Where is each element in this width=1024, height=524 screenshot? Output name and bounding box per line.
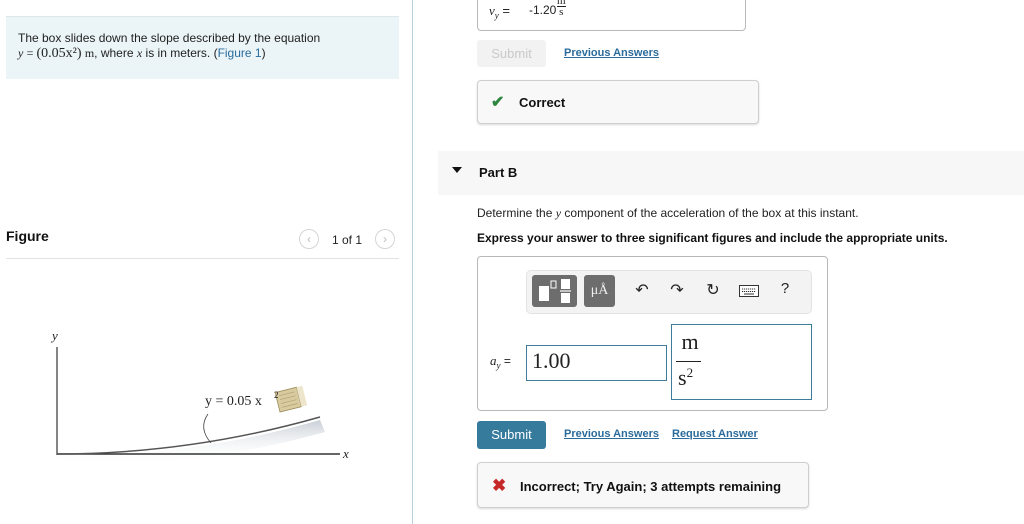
templates-icon: [539, 279, 571, 303]
problem-statement: The box slides down the slope described …: [6, 16, 399, 79]
question-variable: y: [555, 206, 562, 220]
part-a-submit-button[interactable]: Submit: [477, 40, 546, 67]
unit-exponent: 2: [686, 365, 694, 380]
units-button[interactable]: μÅ: [584, 275, 615, 307]
reset-icon[interactable]: ↻: [703, 280, 723, 300]
part-a-unit: m s: [557, 0, 566, 18]
feedback-text: Correct: [519, 95, 566, 110]
equation-unit: m: [84, 46, 95, 60]
chevron-left-icon: ‹: [307, 232, 311, 246]
keyboard-icon[interactable]: [739, 284, 759, 302]
curve-label-leader: [203, 413, 212, 444]
close-paren: ): [261, 46, 266, 60]
figure-pager-text: 1 of 1: [332, 233, 363, 247]
part-a-answer-box: [477, 0, 746, 31]
part-a-value: -1.20: [529, 3, 557, 17]
part-b-answer-panel: μÅ ↶ ↷ ↻ ? ay = 1.00 m s2: [477, 256, 828, 411]
figure-link[interactable]: Figure 1: [218, 46, 262, 60]
left-pane: The box slides down the slope described …: [0, 0, 412, 524]
figure-title: Figure: [6, 228, 49, 244]
part-a-variable-label: vy =: [489, 3, 510, 21]
keyboard-glyph: [739, 285, 759, 297]
unit-base: s: [678, 365, 687, 390]
problem-text-line2: y = (0.05x²) m, where x is in meters. (F…: [18, 46, 266, 61]
figure-prev-button[interactable]: ‹: [299, 229, 319, 249]
feedback-text: Incorrect; Try Again; 3 attempts remaini…: [520, 479, 782, 494]
box: [274, 385, 308, 413]
equals-sign: =: [500, 354, 511, 368]
part-b-title: Part B: [479, 165, 518, 180]
problem-text-end: is in meters. (: [145, 46, 218, 60]
question-post: component of the acceleration of the box…: [564, 206, 859, 220]
caret-down-icon[interactable]: [452, 167, 462, 173]
fraction-bar: [676, 361, 701, 362]
templates-button[interactable]: [532, 275, 577, 307]
part-b-submit-button[interactable]: Submit: [477, 421, 546, 449]
chevron-right-icon: ›: [383, 232, 387, 246]
equation-rhs: (0.05x²): [36, 46, 82, 61]
question-pre: Determine the: [477, 206, 553, 220]
curve-label: y = 0.05 x: [205, 394, 262, 409]
part-b-feedback: ✖ Incorrect; Try Again; 3 attempts remai…: [477, 462, 809, 508]
part-b-variable-label: ay =: [490, 353, 511, 371]
curve-label-exponent: 2: [274, 390, 279, 400]
slope-figure: y x y = 0.05 x 2: [50, 328, 349, 464]
pane-divider[interactable]: [412, 0, 413, 524]
part-b-header[interactable]: Part B: [438, 151, 1024, 195]
y-axis-label: y: [50, 328, 58, 343]
unit-denominator: s: [559, 6, 564, 18]
x-icon: ✖: [492, 476, 507, 495]
help-button[interactable]: ?: [775, 280, 795, 297]
math-toolbar: μÅ ↶ ↷ ↻ ?: [526, 270, 812, 314]
unit-denominator: s2: [678, 365, 693, 391]
part-a-previous-answers-link[interactable]: Previous Answers: [564, 47, 659, 59]
part-b-instruction: Express your answer to three significant…: [477, 231, 948, 245]
redo-icon[interactable]: ↷: [667, 280, 687, 300]
part-a-feedback: ✔ Correct: [477, 80, 759, 124]
part-b-question: Determine the y component of the acceler…: [477, 206, 859, 221]
variable-x: x: [136, 46, 143, 60]
problem-text-line1: The box slides down the slope described …: [18, 31, 321, 45]
undo-icon[interactable]: ↶: [632, 280, 652, 300]
problem-text-mid: , where: [94, 46, 134, 60]
part-b-previous-answers-link[interactable]: Previous Answers: [564, 428, 659, 440]
value-input[interactable]: 1.00: [526, 345, 667, 381]
figure-divider: [6, 258, 399, 259]
x-axis-label: x: [342, 446, 349, 461]
check-icon: ✔: [491, 94, 505, 111]
request-answer-link[interactable]: Request Answer: [672, 428, 758, 440]
unit-numerator: m: [681, 329, 699, 354]
units-input[interactable]: m s2: [671, 324, 812, 400]
equation-lhs: y: [18, 46, 24, 60]
equals-sign: =: [498, 3, 510, 18]
figure-next-button[interactable]: ›: [375, 229, 395, 249]
